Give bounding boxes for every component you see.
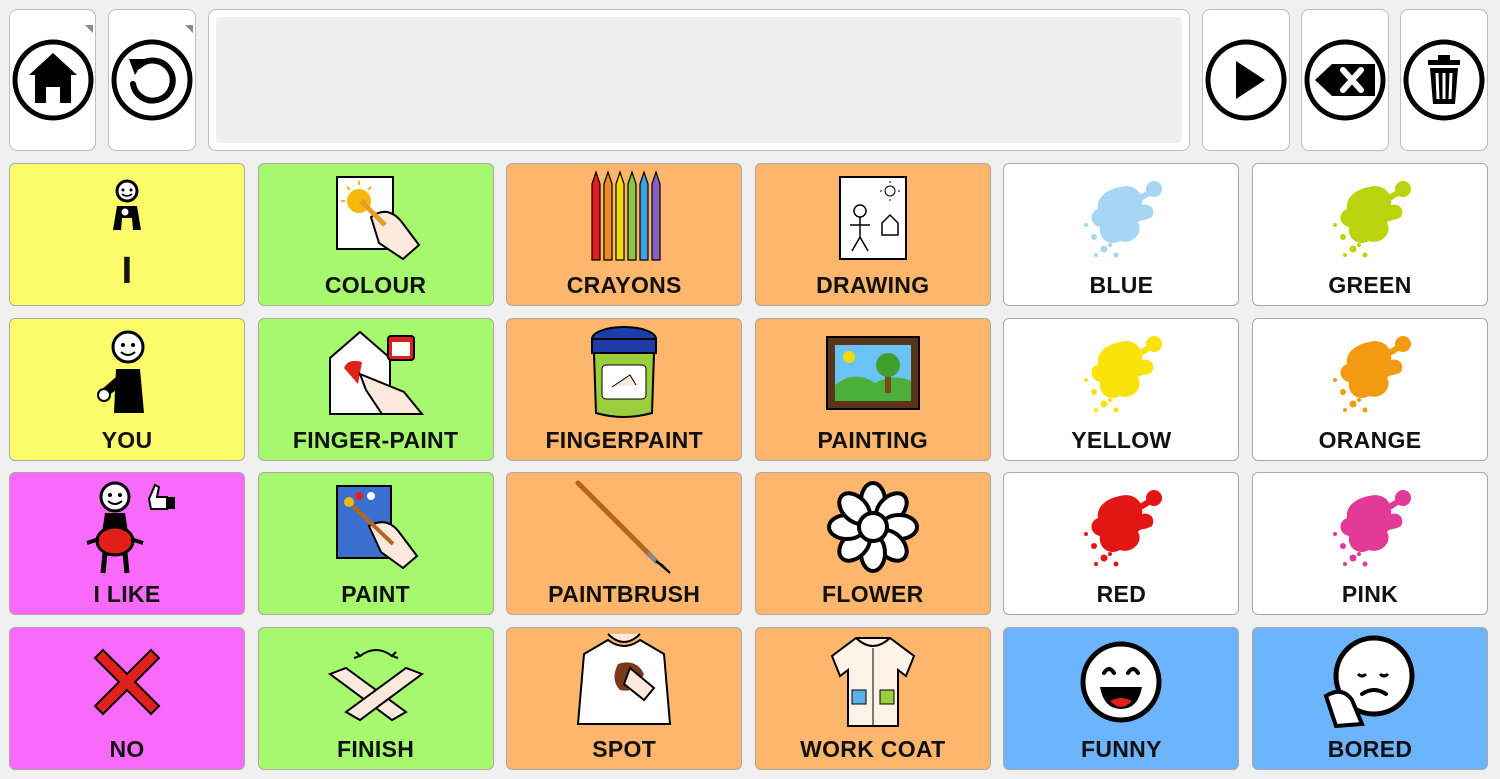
cell-label: I bbox=[121, 250, 133, 292]
cell-orange[interactable]: ORANGE bbox=[1251, 317, 1488, 461]
paint-splat-icon bbox=[1004, 325, 1238, 421]
back-button[interactable] bbox=[108, 9, 196, 151]
cell-red[interactable]: RED bbox=[1003, 472, 1240, 616]
cell-label: PAINTING bbox=[817, 426, 929, 453]
hand-painting-icon bbox=[259, 479, 493, 575]
cell-funny[interactable]: FUNNY bbox=[1003, 627, 1240, 771]
cell-label: FINISH bbox=[336, 736, 415, 763]
cell-label: YELLOW bbox=[1071, 426, 1172, 453]
cell-label: FINGERPAINT bbox=[545, 426, 703, 453]
cell-label: PAINTBRUSH bbox=[548, 581, 701, 608]
folder-corner-marker bbox=[85, 25, 93, 33]
cell-finish[interactable]: FINISH bbox=[257, 627, 494, 771]
message-bar[interactable] bbox=[208, 9, 1190, 151]
cell-paintbrush[interactable]: PAINTBRUSH bbox=[506, 472, 743, 616]
clear-button[interactable] bbox=[1400, 9, 1488, 151]
play-icon bbox=[1205, 39, 1287, 121]
cell-no[interactable]: NO bbox=[9, 627, 245, 771]
cell-colour[interactable]: COLOUR bbox=[257, 163, 494, 306]
cell-finger-paint[interactable]: FINGER-PAINT bbox=[257, 317, 494, 461]
framed-painting-icon bbox=[756, 325, 990, 421]
paint-splat-icon bbox=[1253, 170, 1487, 266]
cell-label: GREEN bbox=[1328, 272, 1412, 298]
cell-label: WORK COAT bbox=[800, 736, 946, 763]
cell-i[interactable]: I bbox=[9, 163, 245, 306]
cell-label: CRAYONS bbox=[566, 272, 682, 298]
cell-crayons[interactable]: CRAYONS bbox=[506, 163, 743, 306]
cell-blue[interactable]: BLUE bbox=[1003, 163, 1240, 306]
person-like-icon bbox=[10, 479, 244, 575]
trash-icon bbox=[1403, 39, 1485, 121]
smock-icon bbox=[756, 634, 990, 730]
cell-paint[interactable]: PAINT bbox=[257, 472, 494, 616]
crossed-arms-icon bbox=[259, 634, 493, 730]
cell-label: ORANGE bbox=[1318, 426, 1422, 453]
cell-pink[interactable]: PINK bbox=[1251, 472, 1488, 616]
cell-work-coat[interactable]: WORK COAT bbox=[754, 627, 991, 771]
paint-splat-icon bbox=[1253, 479, 1487, 575]
speak-button[interactable] bbox=[1202, 9, 1290, 151]
cell-label: FLOWER bbox=[822, 581, 924, 608]
cell-label: I LIKE bbox=[93, 581, 161, 608]
cell-fingerpaint[interactable]: FINGERPAINT bbox=[506, 317, 743, 461]
stained-shirt-icon bbox=[507, 633, 741, 730]
crayons-icon bbox=[507, 170, 741, 266]
cell-label: FINGER-PAINT bbox=[292, 426, 459, 453]
symbol-grid: I COLOUR CRAYONS DRAWING BLUE GREEN YOU FINGE… bbox=[9, 163, 1488, 771]
cell-label: YOU bbox=[101, 426, 153, 453]
cell-label: PAINT bbox=[341, 581, 410, 608]
paint-splat-icon bbox=[1004, 170, 1238, 266]
cell-label: COLOUR bbox=[324, 272, 427, 298]
red-cross-icon bbox=[10, 634, 244, 730]
cell-yellow[interactable]: YELLOW bbox=[1003, 317, 1240, 461]
flower-icon bbox=[756, 479, 990, 575]
cell-drawing[interactable]: DRAWING bbox=[754, 163, 991, 306]
cell-label: BORED bbox=[1327, 736, 1413, 763]
stick-drawing-icon bbox=[756, 170, 990, 266]
back-icon bbox=[111, 39, 193, 121]
cell-painting[interactable]: PAINTING bbox=[754, 317, 991, 461]
paintbrush-icon bbox=[507, 479, 741, 575]
cell-flower[interactable]: FLOWER bbox=[754, 472, 991, 616]
bored-face-icon bbox=[1253, 634, 1487, 730]
cell-i-like[interactable]: I LIKE bbox=[9, 472, 245, 616]
message-text bbox=[216, 17, 1182, 143]
cell-green[interactable]: GREEN bbox=[1251, 163, 1488, 306]
cell-label: RED bbox=[1096, 581, 1147, 608]
laughing-face-icon bbox=[1004, 634, 1238, 730]
folder-corner-marker bbox=[185, 25, 193, 33]
cell-label: FUNNY bbox=[1081, 736, 1162, 763]
paint-jar-icon bbox=[507, 325, 741, 421]
cell-bored[interactable]: BORED bbox=[1251, 627, 1488, 771]
cell-label: BLUE bbox=[1089, 272, 1154, 298]
paint-splat-icon bbox=[1004, 479, 1238, 575]
cell-label: NO bbox=[109, 736, 145, 763]
hand-colouring-icon bbox=[259, 170, 493, 266]
backspace-button[interactable] bbox=[1301, 9, 1389, 151]
cell-label: SPOT bbox=[592, 736, 657, 763]
home-icon bbox=[12, 39, 93, 121]
person-pointing-you-icon bbox=[10, 325, 244, 421]
backspace-icon bbox=[1304, 39, 1386, 121]
home-button[interactable] bbox=[9, 9, 96, 151]
paint-splat-icon bbox=[1253, 325, 1487, 421]
cell-spot[interactable]: SPOT bbox=[506, 627, 743, 771]
cell-label: PINK bbox=[1341, 581, 1399, 608]
aac-board: I COLOUR CRAYONS DRAWING BLUE GREEN YOU FINGE… bbox=[0, 0, 1500, 779]
cell-label: DRAWING bbox=[816, 272, 930, 298]
cell-you[interactable]: YOU bbox=[9, 317, 245, 461]
finger-paint-hand-icon bbox=[259, 325, 493, 421]
